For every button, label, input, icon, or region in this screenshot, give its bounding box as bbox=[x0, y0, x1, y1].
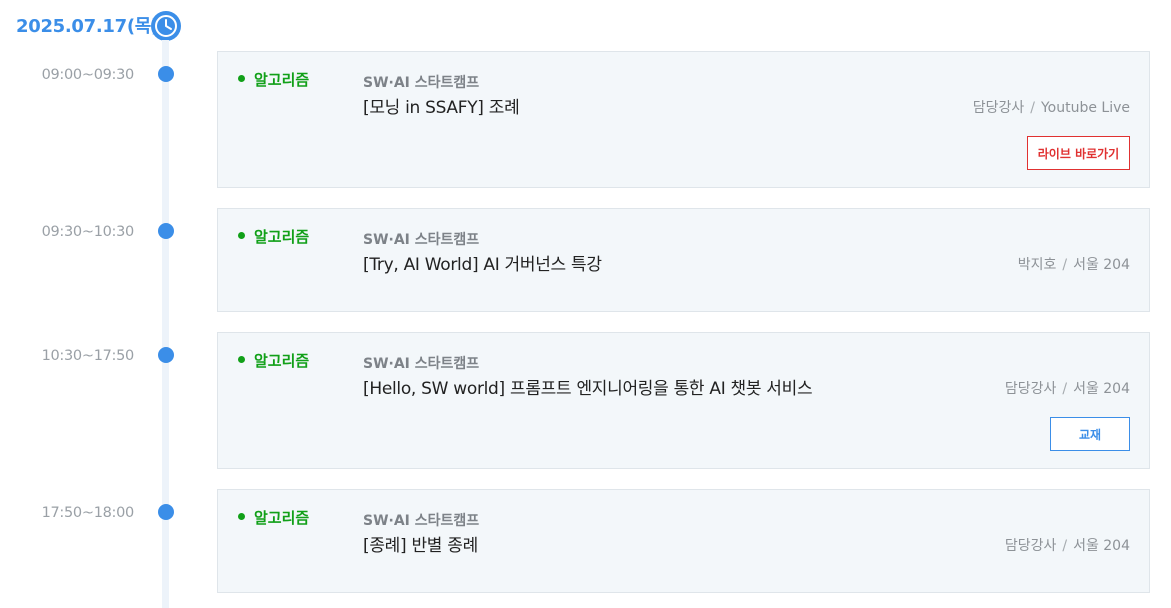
category-dot-icon bbox=[238, 513, 245, 520]
session-category: 알고리즘 bbox=[254, 509, 310, 527]
session-card: 알고리즘 SW·AI 스타트캠프 [Hello, SW world] 프롬프트 … bbox=[217, 332, 1150, 469]
session-meta: 담당강사 / 서울 204 bbox=[1005, 535, 1130, 555]
meta-separator: / bbox=[1030, 100, 1035, 116]
session-time: 17:50~18:00 bbox=[41, 505, 135, 521]
session-card: 알고리즘 SW·AI 스타트캠프 [모닝 in SSAFY] 조례 담당강사 / Y… bbox=[217, 51, 1150, 188]
clock-icon bbox=[151, 11, 181, 41]
category-dot-icon bbox=[238, 356, 245, 363]
session-location: 서울 204 bbox=[1073, 538, 1130, 554]
session-card: 알고리즘 SW·AI 스타트캠프 [종례] 반별 종례 담당강사 / 서울 204 bbox=[217, 489, 1150, 593]
meta-separator: / bbox=[1062, 381, 1068, 397]
category-dot-icon bbox=[238, 75, 245, 82]
timeline-dot bbox=[158, 504, 174, 520]
session-program: SW·AI 스타트캠프 bbox=[363, 356, 480, 372]
session-program: SW·AI 스타트캠프 bbox=[363, 232, 480, 248]
meta-separator: / bbox=[1062, 538, 1068, 554]
textbook-button[interactable]: 교재 bbox=[1050, 417, 1130, 451]
session-instructor: 박지호 bbox=[1017, 257, 1057, 273]
session-location: Youtube Live bbox=[1040, 100, 1130, 116]
session-program: SW·AI 스타트캠프 bbox=[363, 513, 480, 529]
session-meta: 담당강사 / 서울 204 bbox=[1005, 378, 1130, 398]
session-location: 서울 204 bbox=[1073, 257, 1130, 273]
session-time: 10:30~17:50 bbox=[41, 348, 135, 364]
session-title: [Try, AI World] AI 거버넌스 특강 bbox=[363, 255, 602, 275]
live-link-button[interactable]: 라이브 바로가기 bbox=[1027, 136, 1130, 170]
session-instructor: 담당강사 bbox=[1004, 381, 1057, 397]
timeline-dot bbox=[158, 223, 174, 239]
session-instructor: 담당강사 bbox=[972, 100, 1025, 116]
session-title: [Hello, SW world] 프롬프트 엔지니어링을 통한 AI 챗봇 서… bbox=[363, 379, 813, 399]
session-program: SW·AI 스타트캠프 bbox=[363, 75, 480, 91]
session-card: 알고리즘 SW·AI 스타트캠프 [Try, AI World] AI 거버넌스… bbox=[217, 208, 1150, 312]
session-category: 알고리즘 bbox=[254, 228, 310, 246]
session-time: 09:30~10:30 bbox=[41, 224, 135, 240]
timeline-dot bbox=[158, 347, 174, 363]
session-location: 서울 204 bbox=[1073, 381, 1130, 397]
session-category: 알고리즘 bbox=[254, 71, 310, 89]
date-heading: 2025.07.17(목) bbox=[16, 16, 159, 37]
session-time: 09:00~09:30 bbox=[41, 67, 135, 83]
session-meta: 담당강사 / Youtube Live bbox=[973, 97, 1130, 117]
session-meta: 박지호 / 서울 204 bbox=[1018, 254, 1130, 274]
timeline-dot bbox=[158, 66, 174, 82]
session-category: 알고리즘 bbox=[254, 352, 310, 370]
timeline-line bbox=[162, 40, 169, 608]
session-instructor: 담당강사 bbox=[1004, 538, 1057, 554]
session-title: [모닝 in SSAFY] 조례 bbox=[363, 98, 520, 118]
session-title: [종례] 반별 종례 bbox=[363, 536, 478, 556]
meta-separator: / bbox=[1062, 257, 1068, 273]
category-dot-icon bbox=[238, 232, 245, 239]
